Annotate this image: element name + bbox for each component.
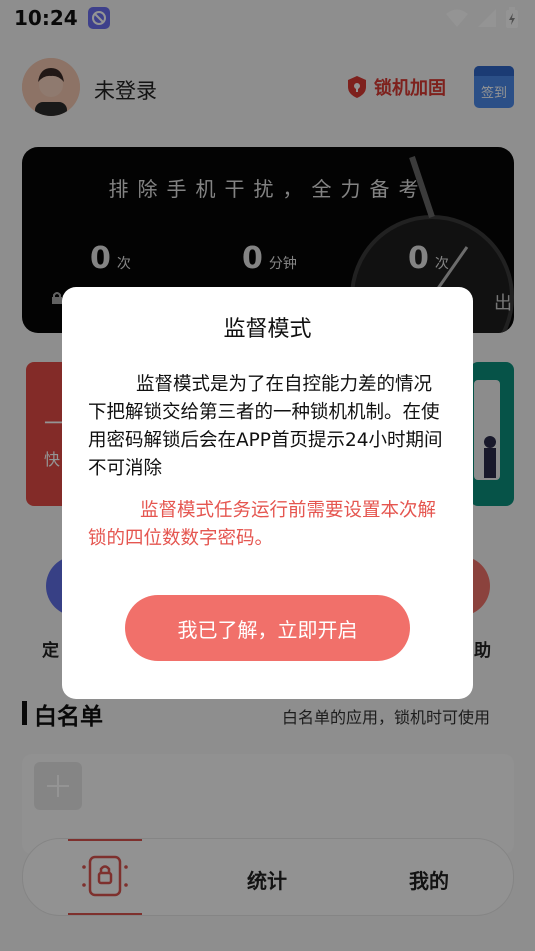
dialog-body: 监督模式是为了在自控能力差的情况下把解锁交给第三者的一种锁机机制。在使用密码解锁… <box>88 374 443 479</box>
dialog-title: 监督模式 <box>223 317 312 342</box>
dialog-warning: 监督模式任务运行前需要设置本次解锁的四位数数字密码。 <box>88 500 437 549</box>
supervision-mode-dialog: 监督模式 监督模式是为了在自控能力差的情况下把解锁交给第三者的一种锁机机制。在使… <box>62 287 473 699</box>
confirm-enable-button[interactable]: 我已了解，立即开启 <box>125 595 410 661</box>
